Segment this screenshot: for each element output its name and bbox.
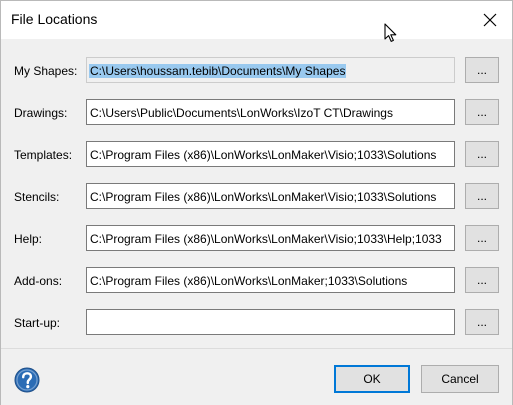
help-path-value: C:\Program Files (x86)\LonWorks\LonMaker… xyxy=(90,232,442,246)
start-up-label: Start-up: xyxy=(14,316,61,330)
add-ons-path-field[interactable]: C:\Program Files (x86)\LonWorks\LonMaker… xyxy=(86,267,455,293)
stencils-path-value: C:\Program Files (x86)\LonWorks\LonMaker… xyxy=(90,190,437,204)
my-shapes-path-field[interactable]: C:\Users\houssam.tebib\Documents\My Shap… xyxy=(86,57,455,83)
row-help: Help: C:\Program Files (x86)\LonWorks\Lo… xyxy=(1,225,512,253)
templates-label: Templates: xyxy=(14,148,73,162)
add-ons-label: Add-ons: xyxy=(14,274,63,288)
help-icon xyxy=(14,367,40,393)
row-templates: Templates: C:\Program Files (x86)\LonWor… xyxy=(1,141,512,169)
add-ons-browse-button[interactable]: ... xyxy=(465,267,499,293)
templates-path-value: C:\Program Files (x86)\LonWorks\LonMaker… xyxy=(90,148,437,162)
drawings-path-value: C:\Users\Public\Documents\LonWorks\IzoT … xyxy=(90,106,393,120)
my-shapes-path-value: C:\Users\houssam.tebib\Documents\My Shap… xyxy=(89,64,347,78)
ok-button[interactable]: OK xyxy=(334,365,410,393)
row-drawings: Drawings: C:\Users\Public\Documents\LonW… xyxy=(1,99,512,127)
stencils-browse-button[interactable]: ... xyxy=(465,183,499,209)
start-up-browse-button[interactable]: ... xyxy=(465,309,499,335)
row-start-up: Start-up: ... xyxy=(1,309,512,337)
drawings-browse-button[interactable]: ... xyxy=(465,99,499,125)
my-shapes-label: My Shapes: xyxy=(14,64,78,78)
row-my-shapes: My Shapes: C:\Users\houssam.tebib\Docume… xyxy=(1,57,512,85)
drawings-label: Drawings: xyxy=(14,106,68,120)
close-button[interactable] xyxy=(468,1,512,39)
help-browse-button[interactable]: ... xyxy=(465,225,499,251)
title-bar: File Locations xyxy=(1,1,512,39)
help-path-field[interactable]: C:\Program Files (x86)\LonWorks\LonMaker… xyxy=(86,225,455,251)
cancel-button[interactable]: Cancel xyxy=(421,365,499,393)
mouse-pointer-icon xyxy=(384,23,397,42)
help-label: Help: xyxy=(14,232,43,246)
drawings-path-field[interactable]: C:\Users\Public\Documents\LonWorks\IzoT … xyxy=(86,99,455,125)
dialog-body: My Shapes: C:\Users\houssam.tebib\Docume… xyxy=(1,39,512,348)
add-ons-path-value: C:\Program Files (x86)\LonWorks\LonMaker… xyxy=(90,274,408,288)
file-locations-dialog: File Locations My Shapes: C:\Users\houss… xyxy=(0,0,513,405)
templates-path-field[interactable]: C:\Program Files (x86)\LonWorks\LonMaker… xyxy=(86,141,455,167)
close-icon xyxy=(483,13,497,27)
row-stencils: Stencils: C:\Program Files (x86)\LonWork… xyxy=(1,183,512,211)
stencils-path-field[interactable]: C:\Program Files (x86)\LonWorks\LonMaker… xyxy=(86,183,455,209)
help-button[interactable] xyxy=(14,367,40,393)
dialog-footer: OK Cancel xyxy=(1,348,512,405)
stencils-label: Stencils: xyxy=(14,190,60,204)
row-add-ons: Add-ons: C:\Program Files (x86)\LonWorks… xyxy=(1,267,512,295)
dialog-title: File Locations xyxy=(11,11,98,27)
my-shapes-browse-button[interactable]: ... xyxy=(465,57,499,83)
templates-browse-button[interactable]: ... xyxy=(465,141,499,167)
start-up-path-field[interactable] xyxy=(86,309,455,335)
